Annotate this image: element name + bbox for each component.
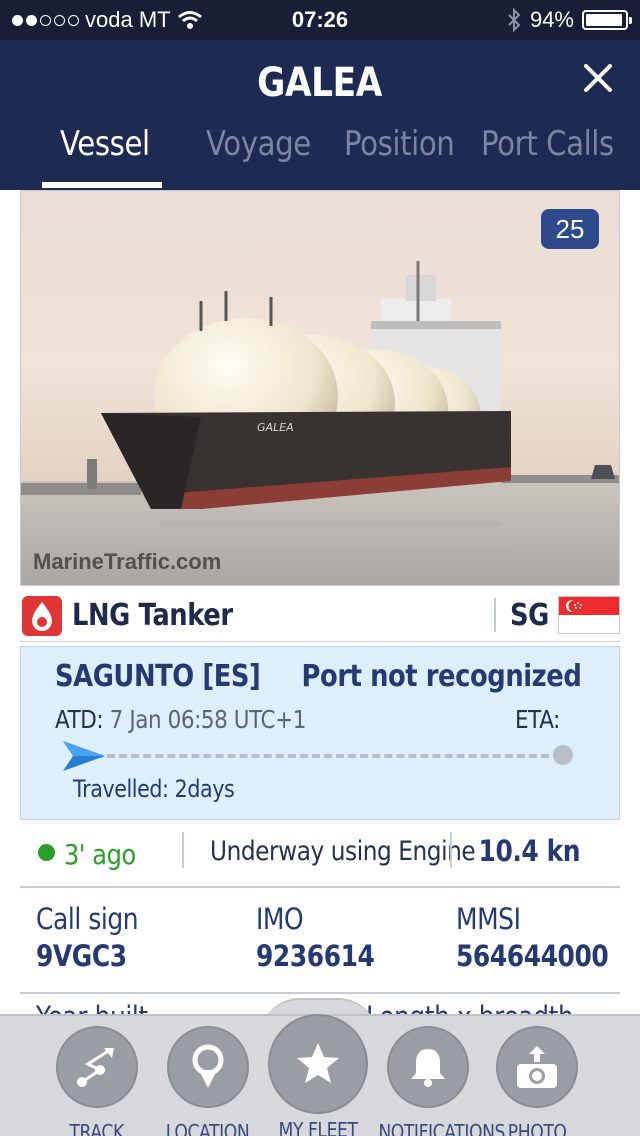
- nav-photo-label: PHOTO: [507, 1120, 567, 1136]
- mmsi-value: 564644000: [456, 939, 609, 973]
- bell-icon: [387, 1026, 469, 1108]
- battery-percent: 94%: [529, 7, 574, 32]
- mmsi-label: MMSI: [456, 902, 521, 936]
- last-seen: 3' ago: [64, 838, 136, 871]
- vessel-speed: 10.4 kn: [478, 834, 580, 868]
- flag-code: SG: [510, 598, 549, 633]
- nav-location[interactable]: LOCATION: [148, 1026, 268, 1136]
- nav-track[interactable]: TRACK: [37, 1026, 157, 1136]
- nav-notifications[interactable]: NOTIFICATIONS: [368, 1026, 505, 1136]
- photo-watermark: MarineTraffic.com: [33, 549, 222, 574]
- battery-group: 94%: [506, 7, 632, 33]
- ship-image: GALEA: [21, 191, 619, 585]
- voyage-panel[interactable]: SAGUNTO [ES] Port not recognized ATD: 7 …: [20, 646, 620, 820]
- lng-tanker-icon: [22, 596, 62, 636]
- svg-text:GALEA: GALEA: [257, 421, 294, 434]
- tab-vessel[interactable]: Vessel: [60, 124, 164, 164]
- call-sign-field: Call sign 9VGC3: [36, 902, 155, 974]
- star-icon: [268, 1014, 368, 1114]
- vessel-title: GALEA: [257, 60, 383, 106]
- vessel-header: GALEA Vessel Voyage Position Port Calls: [0, 40, 640, 190]
- nav-my-fleet[interactable]: MY FLEET: [258, 1014, 378, 1136]
- bluetooth-icon: [508, 8, 521, 32]
- imo-value: 9236614: [256, 939, 375, 973]
- status-separator: [450, 832, 452, 868]
- voyage-progress-track: [95, 754, 561, 758]
- nav-track-label: TRACK: [69, 1120, 125, 1136]
- destination-marker: [553, 745, 573, 765]
- location-pin-icon: [167, 1026, 249, 1108]
- vessel-status-row: 3' ago Underway using Engine 10.4 kn: [20, 822, 620, 888]
- tab-position[interactable]: Position: [344, 124, 472, 164]
- active-tab-indicator: [42, 182, 162, 188]
- atd-label: ATD:: [55, 705, 104, 734]
- status-bar: voda MT 07:26 94%: [0, 0, 640, 40]
- tab-port-calls[interactable]: Port Calls: [481, 124, 635, 164]
- vessel-type-row: LNG Tanker SG: [20, 588, 620, 642]
- bottom-nav: TRACK LOCATION MY FLEET NOTIFICATIONS PH…: [0, 1014, 640, 1136]
- tab-bar: Vessel Voyage Position Port Calls: [0, 120, 640, 190]
- close-icon[interactable]: [578, 58, 618, 98]
- nav-photo[interactable]: PHOTO: [477, 1026, 597, 1136]
- mmsi-field: MMSI 564644000: [456, 902, 633, 974]
- battery-icon: [582, 10, 632, 30]
- call-sign-label: Call sign: [36, 902, 139, 936]
- travelled-duration: Travelled: 2days: [73, 775, 235, 803]
- atd-row: ATD: 7 Jan 06:58 UTC+1: [55, 705, 347, 735]
- status-separator: [182, 832, 184, 868]
- ship-position-arrow-icon: [63, 741, 105, 771]
- eta-label: ETA:: [514, 705, 560, 734]
- photo-count-badge[interactable]: 25: [541, 209, 599, 249]
- vessel-identifiers: Call sign 9VGC3 IMO 9236614 MMSI 5646440…: [20, 890, 620, 994]
- call-sign-value: 9VGC3: [36, 939, 127, 973]
- atd-value: 7 Jan 06:58 UTC+1: [109, 705, 307, 734]
- vessel-content: GALEA 25 MarineTraffic.com LNG Tanker SG: [20, 190, 620, 1026]
- tab-voyage[interactable]: Voyage: [206, 124, 328, 164]
- nav-location-label: LOCATION: [166, 1120, 250, 1136]
- track-icon: [56, 1026, 138, 1108]
- online-status-icon: [38, 844, 55, 861]
- nav-my-fleet-label: MY FLEET: [278, 1118, 358, 1136]
- destination-port: Port not recognized: [301, 659, 581, 694]
- singapore-flag-icon: [558, 596, 620, 634]
- vessel-type-label: LNG Tanker: [72, 598, 233, 633]
- imo-field: IMO 9236614: [256, 902, 394, 974]
- camera-upload-icon: [496, 1026, 578, 1108]
- vessel-photo[interactable]: GALEA 25 MarineTraffic.com: [20, 190, 620, 586]
- imo-label: IMO: [256, 902, 304, 936]
- flag-separator: [494, 598, 496, 632]
